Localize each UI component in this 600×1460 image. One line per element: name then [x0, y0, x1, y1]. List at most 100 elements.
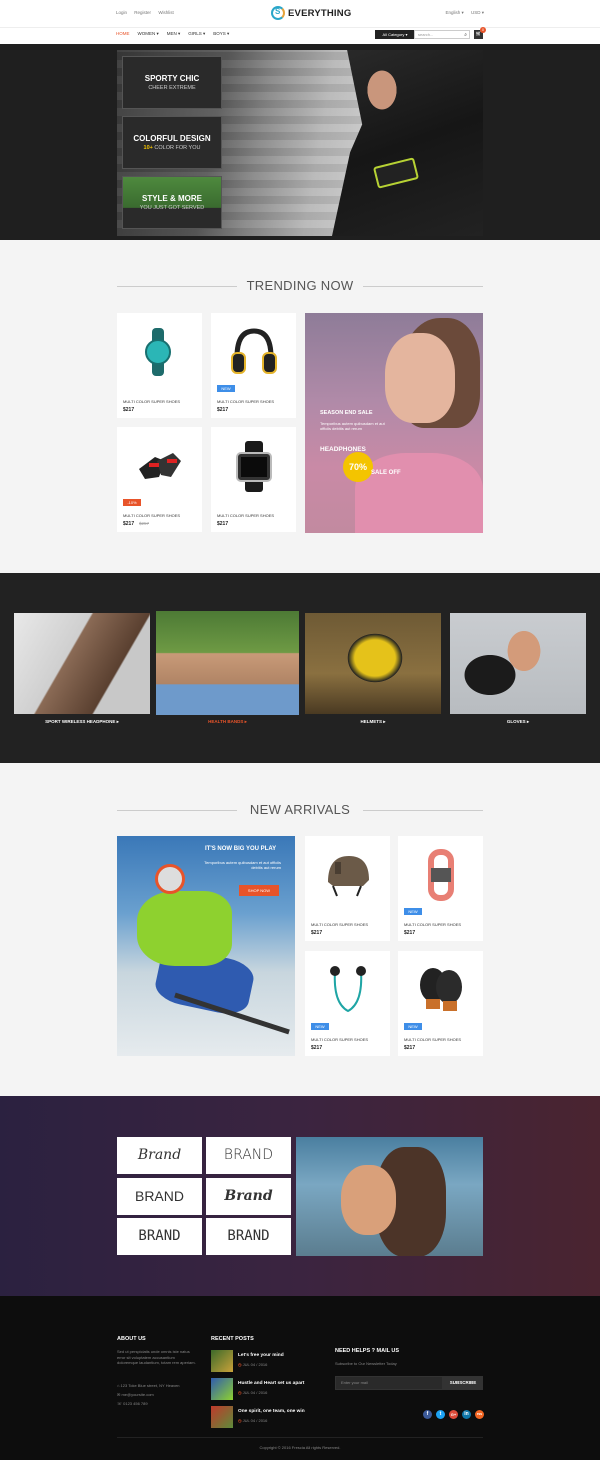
category-helmets-image[interactable]: [305, 613, 441, 714]
athlete-face: [341, 1165, 396, 1235]
twitter-icon[interactable]: t: [436, 1410, 445, 1419]
currency-select[interactable]: USD ▾: [471, 10, 484, 15]
product-name[interactable]: MULTI COLOR SUPER SHOES: [123, 399, 180, 404]
hero-box-subtitle: 10+ COLOR FOR YOU: [143, 145, 201, 151]
product-price: $217: [123, 407, 135, 413]
logo[interactable]: S EVERYTHING: [271, 4, 351, 22]
product-card[interactable]: MULTI COLOR SUPER SHOES $217: [117, 313, 202, 418]
season-sale-banner[interactable]: SEASON END SALE Temporibus autem quibusd…: [305, 313, 483, 533]
promo-percent: 70%: [343, 452, 373, 482]
category-label-active[interactable]: HEALTH BANDS ▸: [156, 719, 299, 725]
brand-logo[interactable]: Brand: [206, 1178, 291, 1215]
category-dropdown[interactable]: All Category ▾: [375, 30, 415, 39]
product-name[interactable]: MULTI COLOR SUPER SHOES: [311, 1037, 368, 1042]
category-label[interactable]: GLOVES ▸: [450, 719, 586, 725]
product-name[interactable]: MULTI COLOR SUPER SHOES: [217, 513, 274, 518]
hero-box-title: STYLE & MORE: [141, 194, 202, 203]
post-date: ◷ JUL 04 / 2016: [238, 1418, 268, 1423]
post-title[interactable]: Hustle and Heart set us apart: [238, 1381, 304, 1386]
search-input[interactable]: search... ⌕: [414, 30, 470, 39]
nav-girls[interactable]: GIRLS ▾: [188, 31, 205, 37]
headphones-icon: [231, 328, 277, 374]
account-links: Login Register Wishlist: [116, 10, 180, 15]
post-thumbnail: [211, 1406, 233, 1428]
post-title[interactable]: Let's free your mind: [238, 1353, 284, 1358]
product-price: $217: [311, 1045, 323, 1051]
post-thumbnail: [211, 1350, 233, 1372]
skier-jacket: [137, 891, 232, 966]
brand-athlete-image: [296, 1137, 483, 1256]
product-card[interactable]: MULTI COLOR SUPER SHOES $217: [305, 836, 390, 941]
product-name[interactable]: MULTI COLOR SUPER SHOES: [217, 399, 274, 404]
brand-logo[interactable]: BRAND: [117, 1218, 202, 1255]
product-name[interactable]: MULTI COLOR SUPER SHOES: [404, 1037, 461, 1042]
hero-box-title: COLORFUL DESIGN: [133, 134, 211, 143]
product-card[interactable]: NEW MULTI COLOR SUPER SHOES $217: [305, 951, 390, 1056]
product-old-price: $257: [139, 521, 150, 526]
hero-box-accent: 10+: [143, 145, 153, 151]
rss-icon[interactable]: rss: [475, 1410, 484, 1419]
newsletter-email-input[interactable]: Enter your mail: [335, 1376, 443, 1390]
cart-count: 0: [480, 27, 486, 33]
smartwatch-icon: [236, 441, 272, 492]
hero-box-sporty[interactable]: SPORTY CHIC CHEER EXTREME: [122, 56, 222, 109]
google-plus-icon[interactable]: G+: [449, 1410, 458, 1419]
product-card[interactable]: NEW MULTI COLOR SUPER SHOES $217: [398, 836, 483, 941]
email-row[interactable]: ✉ me@yoursite.com: [117, 1392, 154, 1398]
category-label[interactable]: HELMETS ▸: [305, 719, 441, 725]
product-card[interactable]: MULTI COLOR SUPER SHOES $217: [211, 427, 296, 532]
wishlist-link[interactable]: Wishlist: [158, 10, 174, 15]
product-name[interactable]: MULTI COLOR SUPER SHOES: [123, 513, 180, 518]
recent-post[interactable]: One spirit, one team, one win ◷ JUL 04 /…: [211, 1406, 331, 1428]
shop-now-button[interactable]: SHOP NOW: [239, 885, 279, 896]
product-name[interactable]: MULTI COLOR SUPER SHOES: [404, 922, 461, 927]
category-label[interactable]: SPORT WIRELESS HEADPHONE ▸: [14, 719, 150, 725]
hero-box-style[interactable]: STYLE & MORE YOU JUST GOT SERVED: [122, 176, 222, 229]
hero-runner-image: [332, 50, 483, 236]
post-date: ◷ JUL 04 / 2016: [238, 1390, 268, 1395]
nav-boys[interactable]: BOYS ▾: [213, 31, 229, 37]
category-headphone-image[interactable]: [14, 613, 150, 714]
brand-logo[interactable]: BRAND: [206, 1137, 291, 1174]
facebook-icon[interactable]: f: [423, 1410, 432, 1419]
post-thumbnail: [211, 1378, 233, 1400]
search-placeholder: search...: [418, 32, 434, 37]
language-select[interactable]: English ▾: [445, 10, 463, 15]
new-badge: NEW: [217, 385, 235, 392]
product-card[interactable]: NEW MULTI COLOR SUPER SHOES $217: [398, 951, 483, 1056]
linkedin-icon[interactable]: in: [462, 1410, 471, 1419]
product-price: $217: [217, 407, 229, 413]
recent-post[interactable]: Let's free your mind ◷ JUL 04 / 2016: [211, 1350, 331, 1372]
nav-home[interactable]: HOME: [116, 31, 130, 37]
category-health-bands-image[interactable]: [156, 611, 299, 715]
newsletter-text: Subscribe to Our Newsletter Today: [335, 1361, 397, 1366]
hero-box-colorful[interactable]: COLORFUL DESIGN 10+ COLOR FOR YOU: [122, 116, 222, 169]
product-price: $217: [217, 521, 229, 527]
product-name[interactable]: MULTI COLOR SUPER SHOES: [311, 922, 368, 927]
brand-logo[interactable]: BRAND: [206, 1218, 291, 1255]
brand-logo[interactable]: Brand: [117, 1137, 202, 1174]
post-title[interactable]: One spirit, one team, one win: [238, 1409, 305, 1414]
trending-title: TRENDING NOW: [117, 278, 483, 293]
subscribe-button[interactable]: SUBSCRIBE: [443, 1376, 483, 1390]
brand-logo[interactable]: BRAND: [117, 1178, 202, 1215]
ski-promo-banner[interactable]: IT'S NOW BIG YOU PLAY Temporibus autem q…: [117, 836, 295, 1056]
post-date: ◷ JUL 04 / 2016: [238, 1362, 268, 1367]
fitness-band-icon: [145, 328, 171, 376]
nav-women[interactable]: WOMEN ▾: [138, 31, 159, 37]
recent-post[interactable]: Hustle and Heart set us apart ◷ JUL 04 /…: [211, 1378, 331, 1400]
product-card[interactable]: NEW MULTI COLOR SUPER SHOES $217: [211, 313, 296, 418]
product-card[interactable]: -10% MULTI COLOR SUPER SHOES $217 $257: [117, 427, 202, 532]
new-badge: NEW: [404, 1023, 422, 1030]
hero-box-title: SPORTY CHIC: [144, 74, 200, 83]
register-link[interactable]: Register: [134, 10, 151, 15]
category-gloves-image[interactable]: [450, 613, 586, 714]
nav-men[interactable]: MEN ▾: [167, 31, 181, 37]
login-link[interactable]: Login: [116, 10, 127, 15]
copyright: Copyright © 2016 Frescia All rights Rese…: [259, 1445, 341, 1450]
new-badge: NEW: [311, 1023, 329, 1030]
search-icon[interactable]: ⌕: [464, 32, 467, 39]
cart-button[interactable]: 🛒︎ 0: [474, 27, 486, 39]
model-body: [355, 453, 483, 533]
newsletter-title: NEED HELPS ? MAIL US: [335, 1348, 400, 1354]
